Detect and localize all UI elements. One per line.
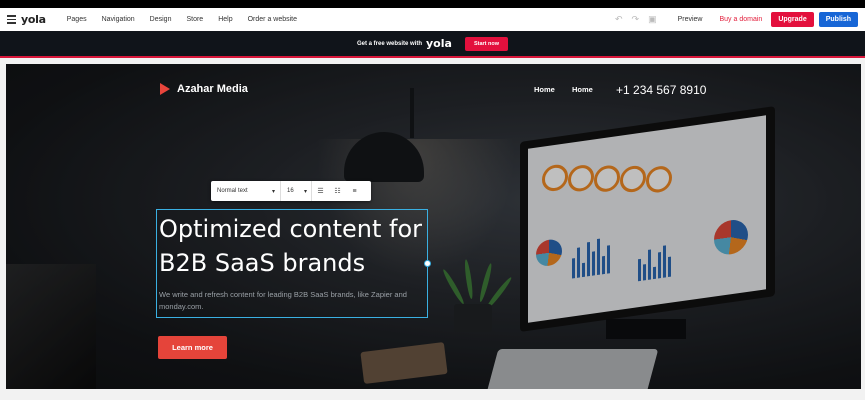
menu-item-pages[interactable]: Pages bbox=[67, 16, 87, 23]
hero-headline-line: B2B SaaS brands bbox=[159, 249, 366, 277]
site-nav-home[interactable]: Home bbox=[572, 85, 593, 94]
yola-logo[interactable]: yola bbox=[21, 13, 46, 26]
text-format-toolbar: Normal text ▾ 16 ▾ ☰ ☷ ≡ bbox=[211, 181, 371, 201]
save-icon[interactable]: ▣ bbox=[648, 14, 657, 25]
chevron-down-icon: ▾ bbox=[271, 188, 275, 195]
editor-toolbar: yola Pages Navigation Design Store Help … bbox=[0, 8, 865, 31]
promo-banner: Get a free website with yola Start now bbox=[0, 31, 865, 58]
numbered-list-icon[interactable]: ☷ bbox=[329, 187, 346, 195]
site-phone[interactable]: +1 234 567 8910 bbox=[616, 83, 706, 97]
editor-menu: Pages Navigation Design Store Help Order… bbox=[67, 16, 312, 23]
start-now-button[interactable]: Start now bbox=[464, 36, 508, 51]
text-style-value: Normal text bbox=[217, 188, 248, 194]
site-logo[interactable]: Azahar Media bbox=[160, 83, 248, 95]
redo-icon[interactable]: ↷ bbox=[632, 14, 640, 25]
menu-item-navigation[interactable]: Navigation bbox=[102, 16, 135, 23]
play-logo-icon bbox=[160, 83, 170, 95]
hero-overlay bbox=[6, 64, 861, 389]
hero-section bbox=[6, 64, 861, 389]
promo-yola-logo: yola bbox=[426, 37, 452, 50]
upgrade-button[interactable]: Upgrade bbox=[771, 12, 814, 27]
font-size-select[interactable]: 16 ▾ bbox=[281, 181, 312, 201]
menu-item-help[interactable]: Help bbox=[218, 16, 232, 23]
preview-button[interactable]: Preview bbox=[678, 16, 703, 23]
align-icon[interactable]: ≡ bbox=[346, 188, 363, 195]
hero-headline-line: Optimized content for bbox=[159, 215, 422, 243]
learn-more-button[interactable]: Learn more bbox=[158, 336, 227, 359]
hero-subtext[interactable]: We write and refresh content for leading… bbox=[159, 289, 425, 313]
menu-item-design[interactable]: Design bbox=[150, 16, 172, 23]
font-size-value: 16 bbox=[287, 188, 294, 194]
menu-item-store[interactable]: Store bbox=[186, 16, 203, 23]
hamburger-menu-icon[interactable] bbox=[7, 13, 16, 26]
chevron-down-icon: ▾ bbox=[303, 188, 307, 195]
hero-headline[interactable]: Optimized content for B2B SaaS brands bbox=[159, 212, 427, 280]
bulleted-list-icon[interactable]: ☰ bbox=[312, 187, 329, 195]
promo-text: Get a free website with bbox=[356, 40, 423, 47]
undo-icon[interactable]: ↶ bbox=[615, 14, 623, 25]
buy-domain-link[interactable]: Buy a domain bbox=[720, 16, 763, 23]
publish-button[interactable]: Publish bbox=[818, 12, 858, 27]
menu-item-order-website[interactable]: Order a website bbox=[248, 16, 297, 23]
site-nav-home[interactable]: Home bbox=[534, 85, 555, 94]
text-style-select[interactable]: Normal text ▾ bbox=[211, 181, 281, 201]
toolbar-right: ↶ ↷ ▣ Preview Buy a domain Upgrade Publi… bbox=[615, 8, 858, 31]
site-brand-name: Azahar Media bbox=[177, 83, 248, 95]
